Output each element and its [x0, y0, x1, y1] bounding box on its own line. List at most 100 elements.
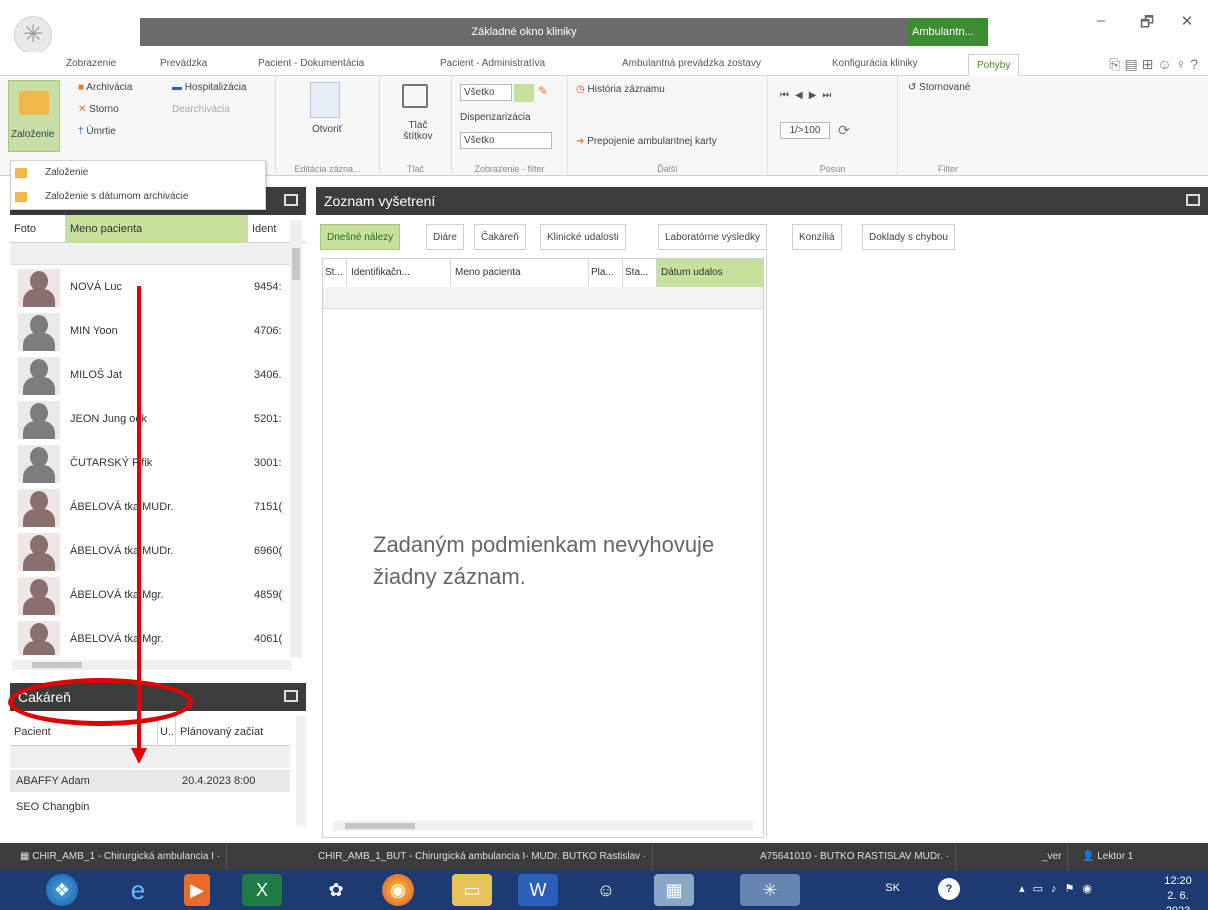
patient-row[interactable]: ÁBELOVÁ tka MUDr. 7151( [10, 485, 296, 529]
dropdown-label: Založenie s dátumom archivácie [45, 191, 189, 202]
filter-toggle-icon[interactable] [514, 84, 534, 102]
storno-button[interactable]: ✕ Storno [78, 104, 119, 115]
tab-zobrazenie[interactable]: Zobrazenie [66, 58, 116, 69]
stornovane-button[interactable]: ↺ Stornované [908, 82, 970, 93]
word-icon[interactable]: W [518, 874, 558, 906]
column-meno-pacienta[interactable]: Meno pacienta [66, 215, 248, 243]
hscroll-thumb[interactable] [345, 823, 415, 829]
patient-row[interactable]: ČUTARSKÝ Fifik 3001: [10, 441, 296, 485]
tray-icons[interactable]: ▴▭♪⚑◉ [1019, 882, 1100, 895]
calculator-icon[interactable]: ▦ [654, 874, 694, 906]
filter-row[interactable] [10, 243, 290, 265]
table-hscrollbar[interactable] [333, 821, 753, 831]
tab-konzilia[interactable]: Konzíliá [792, 224, 842, 250]
column-foto[interactable]: Foto [10, 215, 66, 243]
tab-ambulantna-prevadzka-zostavy[interactable]: Ambulantná prevádzka zostavy [622, 58, 761, 69]
dropdown-item-zalozenie-archivacia[interactable]: Založenie s dátumom archivácie [11, 185, 265, 209]
historia-button[interactable]: ◷ História záznamu [576, 84, 665, 95]
tab-diare[interactable]: Diáre [426, 224, 464, 250]
status-lektor-label: Lektor 1 [1097, 851, 1134, 862]
excel-icon[interactable]: X [242, 874, 282, 906]
help-icon[interactable]: ? [938, 878, 960, 900]
paging-arrows[interactable]: ⏮◀▶⏭ [780, 90, 837, 101]
minimize-button[interactable]: – [1086, 12, 1116, 29]
patient-row[interactable]: ÁBELOVÁ tka MUDr. 6960( [10, 529, 296, 573]
tab-laboratorne-vysledky[interactable]: Laboratórne výsledky [658, 224, 768, 250]
maximize-panel-icon[interactable] [1186, 194, 1200, 206]
prepojenie-button[interactable]: ➜ Prepojenie ambulantnej karty [576, 136, 717, 147]
file-explorer-icon[interactable]: ▭ [452, 874, 492, 906]
column-u[interactable]: U.. [158, 718, 176, 746]
maximize-panel-icon[interactable] [284, 194, 298, 206]
patient-row[interactable]: ÁBELOVÁ tka Mgr. 4061( [10, 617, 296, 655]
internet-explorer-icon[interactable]: e [118, 874, 158, 906]
tab-prevadzka[interactable]: Prevádzka [160, 58, 207, 69]
paint-icon[interactable]: ✿ [316, 874, 356, 906]
patient-row[interactable]: JEON Jung ook 5201: [10, 397, 296, 441]
column-planovany-zaciatok[interactable]: Plánovaný začiat [176, 718, 288, 746]
column-ident[interactable]: Ident [248, 215, 288, 243]
close-button[interactable]: ✕ [1172, 12, 1202, 30]
patient-photo [18, 577, 60, 615]
patient-photo [18, 489, 60, 527]
tlac-stitkov-button[interactable]: Tlač štítkov [398, 120, 438, 142]
patient-list-scrollbar[interactable] [290, 220, 302, 658]
printer-icon[interactable] [402, 84, 428, 108]
scrollbar-thumb[interactable] [292, 248, 300, 280]
status-doctor-ambulance[interactable]: CHIR_AMB_1_BUT - Chirurgická ambulancia … [312, 843, 654, 870]
filter-edit-icon[interactable]: ✎ [538, 84, 548, 98]
language-indicator[interactable]: SK [885, 882, 900, 894]
umrtie-button[interactable]: † Úmrtie [78, 126, 116, 137]
filter-vsetko-2[interactable]: Všetko [460, 132, 552, 149]
tab-klinicke-udalosti[interactable]: Klinické udalosti [540, 224, 626, 250]
otvorit-button[interactable]: Otvoriť [312, 124, 342, 135]
title-bar: ✳ Základné okno kliniky Ambulantn... – 🗗… [0, 0, 1208, 54]
patient-row[interactable]: NOVÁ Luc 9454: [10, 265, 296, 309]
hscroll-thumb[interactable] [32, 662, 82, 668]
column-pla[interactable]: Pla... [589, 259, 623, 287]
tab-pohyby[interactable]: Pohyby [968, 54, 1020, 76]
media-player-icon[interactable]: ▶ [184, 874, 210, 906]
patient-row[interactable]: ÁBELOVÁ tka Mgr. 4859( [10, 573, 296, 617]
patient-row[interactable]: MILOŠ Jat 3406. [10, 353, 296, 397]
cakaren-filter-row[interactable] [10, 746, 290, 768]
column-identifikacne[interactable]: Identifikačn... [347, 259, 451, 287]
patient-photo [18, 269, 60, 307]
patient-list-hscrollbar[interactable] [12, 660, 292, 670]
clock[interactable]: 12:20 2. 6. 2023 [1156, 874, 1200, 910]
refresh-icon[interactable]: ⟳ [838, 122, 850, 139]
maximize-button[interactable]: 🗗 [1132, 12, 1162, 37]
quick-access-icons[interactable]: ⎘▤⊞☺♀? [1109, 56, 1202, 73]
status-lektor[interactable]: 👤 Lektor 1 [1076, 843, 1139, 870]
tab-dnesne-nalezy[interactable]: Dnešné nálezy [320, 224, 401, 250]
maximize-panel-icon[interactable] [284, 690, 298, 702]
table-filter-row[interactable] [323, 287, 763, 309]
patient-row[interactable]: MIN Yoon 4706: [10, 309, 296, 353]
status-ambulance[interactable]: ▦ CHIR_AMB_1 - Chirurgická ambulancia I … [14, 843, 228, 870]
tab-cakaren[interactable]: Čakáreň [474, 224, 526, 250]
status-user[interactable]: A75641010 - BUTKO RASTISLAV MUDr. · [754, 843, 956, 870]
patient-card-icon[interactable] [310, 82, 340, 118]
dearchivacia-button[interactable]: Dearchivácia [172, 104, 230, 115]
tab-doklady-s-chybou[interactable]: Doklady s chybou [862, 224, 955, 250]
column-datum-udalosti[interactable]: Dátum udalos [657, 259, 763, 287]
chat-icon[interactable]: ☺ [586, 874, 626, 906]
cakaren-row[interactable]: ABAFFY Adam 20.4.2023 8:00 [10, 770, 290, 792]
column-sta[interactable]: Sta... [623, 259, 657, 287]
tab-konfiguracia-kliniky[interactable]: Konfigurácia kliniky [832, 58, 918, 69]
filter-vsetko-1[interactable]: Všetko [460, 84, 512, 101]
column-meno-pacienta[interactable]: Meno pacienta [451, 259, 589, 287]
dropdown-item-zalozenie[interactable]: Založenie [11, 161, 265, 185]
hospitalizacia-button[interactable]: ▬ Hospitalizácia [172, 82, 246, 93]
cakaren-scrollbar[interactable] [296, 716, 306, 826]
clinic-app-icon[interactable]: ✳ [740, 874, 800, 906]
chrome-icon[interactable]: ◉ [382, 874, 414, 906]
start-button-icon[interactable]: ❖ [46, 874, 78, 906]
cakaren-row[interactable]: SEO Changbin [10, 796, 290, 818]
tab-pacient-administrativa[interactable]: Pacient - Administratíva [440, 58, 545, 69]
archivacia-button[interactable]: ■ Archivácia [78, 82, 132, 93]
zalozenie-button[interactable]: Založenie [8, 80, 60, 152]
tab-pacient-dokumentacia[interactable]: Pacient - Dokumentácia [258, 58, 364, 69]
app-logo-icon[interactable]: ✳ [14, 16, 52, 54]
column-st[interactable]: St... [323, 259, 347, 287]
